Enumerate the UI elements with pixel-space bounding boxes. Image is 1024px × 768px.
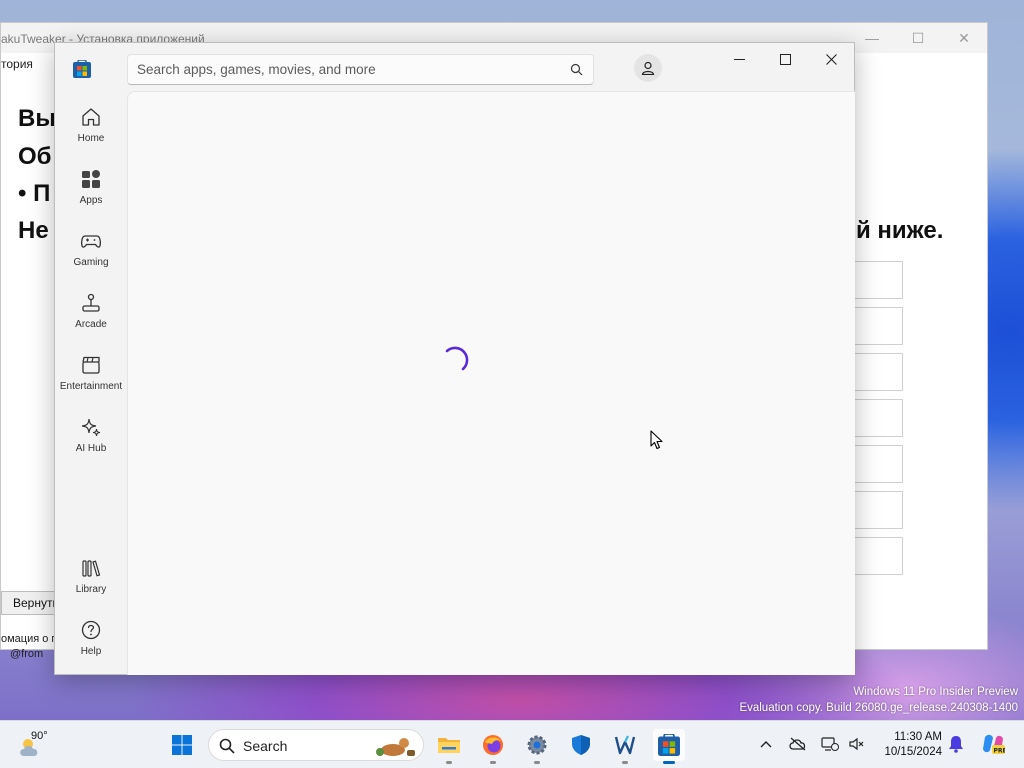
firefox-icon [483,735,503,755]
sound-tray[interactable] [846,734,866,754]
bg-input-field[interactable] [853,537,903,575]
bg-maximize-button[interactable]: ☐ [895,23,941,53]
nav-label-help: Help [80,646,102,657]
microsoft-store-window[interactable]: Home Apps Gaming [54,42,855,675]
microsoft-store-icon [658,734,680,756]
taskbar-winaero-tweaker[interactable] [609,729,641,764]
apps-icon [82,170,100,188]
taskbar: 90° Search 11:30 AM 10/15/2024 PRE [0,720,1024,768]
nav-item-arcade[interactable]: Arcade [57,283,125,341]
nav-item-library[interactable]: Library [57,548,125,606]
bg-input-field[interactable] [853,307,903,345]
clock-time: 11:30 AM [894,731,942,743]
store-search-input[interactable] [128,55,558,84]
svg-text:PRE: PRE [994,748,1006,755]
nav-label-home: Home [77,133,105,144]
joystick-icon [82,293,100,312]
bg-minimize-button[interactable]: — [849,23,895,53]
gamepad-icon [80,235,102,248]
watermark-line2: Evaluation copy. Build 26080.ge_release.… [739,702,1018,714]
defender-shield-icon [572,735,590,755]
nav-label-gaming: Gaming [73,257,109,268]
loading-spinner-icon [445,346,469,371]
mouse-cursor-icon [650,430,663,450]
nav-item-apps[interactable]: Apps [57,159,125,217]
person-icon [641,61,655,75]
taskbar-settings[interactable] [521,729,553,764]
start-button[interactable] [166,729,198,761]
bg-menu-item-history[interactable]: тория [1,57,33,71]
bg-input-field[interactable] [853,445,903,483]
search-icon[interactable] [570,63,583,76]
bg-input-field[interactable] [853,399,903,437]
bg-status-text-2: @from [10,648,44,660]
clock-date: 10/15/2024 [884,746,942,758]
clapperboard-icon [82,356,100,374]
onedrive-tray[interactable] [788,734,808,754]
windows-start-icon [172,735,192,755]
store-content-area [127,91,855,675]
account-button[interactable] [634,54,662,82]
taskbar-search-label: Search [243,738,288,754]
network-tray[interactable] [820,734,840,754]
nav-label-arcade: Arcade [75,319,107,330]
show-hidden-icons-button[interactable] [756,734,776,754]
nav-item-home[interactable]: Home [57,97,125,155]
chevron-up-icon [760,741,772,748]
sparkle-icon [81,418,101,437]
nav-item-gaming[interactable]: Gaming [57,221,125,279]
microsoft-store-logo-icon [73,60,91,78]
nav-item-help[interactable]: Help [57,610,125,668]
bg-close-button[interactable]: ✕ [941,23,987,53]
taskbar-search-box[interactable]: Search [208,729,424,761]
taskbar-search-icon [219,738,235,754]
bg-status-text: омация о п [1,633,58,645]
weather-temp: 90° [31,730,48,742]
nav-item-ai-hub[interactable]: AI Hub [57,407,125,465]
close-icon [825,53,837,65]
taskbar-defender[interactable] [565,729,597,761]
watermark-line1: Windows 11 Pro Insider Preview [853,686,1018,698]
library-icon [82,560,101,577]
copilot-icon: PRE [983,734,1006,755]
nav-label-entertainment: Entertainment [59,381,123,392]
taskbar-file-explorer[interactable] [433,729,465,764]
maximize-button[interactable] [762,43,808,75]
nav-item-entertainment[interactable]: Entertainment [57,345,125,403]
settings-icon [527,735,547,755]
weather-widget[interactable]: 90° [18,729,58,761]
nav-label-library: Library [75,584,107,595]
file-explorer-icon [438,738,460,753]
taskbar-firefox[interactable] [477,729,509,764]
minimize-button[interactable] [716,43,762,75]
bell-icon [949,736,963,753]
search-highlight-icon [376,738,415,756]
notifications-button[interactable] [946,734,966,754]
nav-label-apps: Apps [79,195,103,206]
taskbar-clock[interactable]: 11:30 AM 10/15/2024 [872,730,942,760]
minimize-icon [733,58,745,60]
bg-heading-line3: • П [18,180,51,207]
taskbar-microsoft-store[interactable] [653,729,685,764]
home-icon [82,108,100,126]
bg-heading-line1: Вы [18,105,56,132]
close-button[interactable] [808,43,854,75]
bg-heading-line4-end: й ниже. [856,217,944,244]
bg-heading-line4: Не [18,217,49,244]
winaero-tweaker-icon [614,735,636,755]
network-icon [821,737,839,751]
store-search-box[interactable] [127,54,594,85]
bg-input-field[interactable] [853,353,903,391]
bg-input-field[interactable] [853,261,903,299]
copilot-button[interactable]: PRE [980,734,1006,755]
speaker-muted-icon [849,737,864,751]
bg-heading-line2: Об [18,143,52,170]
bg-input-field[interactable] [853,491,903,529]
store-navigation: Home Apps Gaming Arcade Entertainment AI… [55,93,127,675]
maximize-icon [779,53,791,65]
nav-label-ai-hub: AI Hub [75,443,107,454]
cloud-offline-icon [789,737,806,751]
help-icon [81,620,101,640]
